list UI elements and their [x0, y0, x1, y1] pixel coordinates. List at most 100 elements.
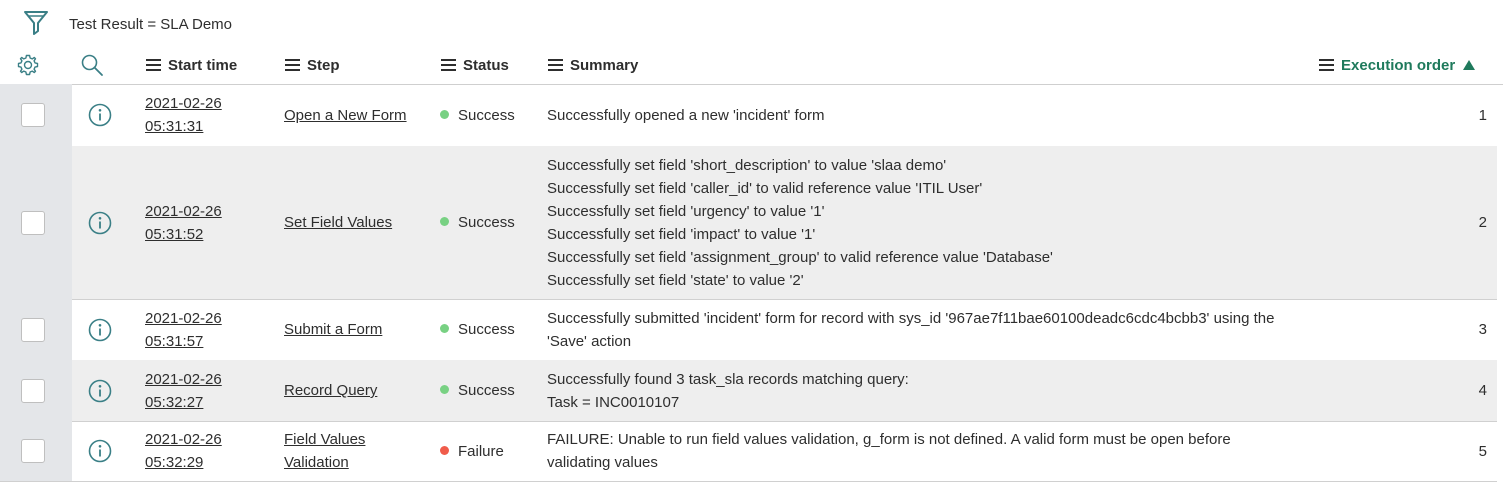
summary-line: Successfully set field 'impact' to value…: [547, 225, 816, 243]
start-time-link[interactable]: 2021-02-26 05:31:57: [145, 307, 222, 353]
info-icon[interactable]: [88, 103, 112, 127]
column-label[interactable]: Start time: [168, 57, 237, 74]
column-label[interactable]: Summary: [570, 57, 638, 74]
info-icon[interactable]: [88, 211, 112, 235]
column-header-step[interactable]: Step: [285, 56, 340, 74]
search-icon[interactable]: [80, 53, 104, 77]
summary-line: Successfully opened a new 'incident' for…: [547, 106, 825, 124]
summary-line: Successfully set field 'assignment_group…: [547, 248, 1053, 266]
status-cell: Success: [440, 211, 515, 234]
column-menu-icon[interactable]: [1319, 56, 1334, 74]
column-label[interactable]: Status: [463, 57, 509, 74]
info-icon[interactable]: [88, 318, 112, 342]
row-checkbox[interactable]: [21, 378, 45, 403]
start-time[interactable]: 05:31:57: [145, 330, 222, 353]
row-checkbox[interactable]: [21, 103, 45, 127]
step-line[interactable]: Submit a Form: [284, 318, 382, 341]
status-dot-icon: [440, 109, 449, 119]
column-menu-icon[interactable]: [441, 56, 456, 74]
table-row: 2021-02-26 05:31:52 Set Field Values Succes…: [0, 146, 1497, 300]
step-link[interactable]: Set Field Values: [284, 211, 392, 234]
status-label: Failure: [458, 442, 504, 460]
start-time-link[interactable]: 2021-02-26 05:32:27: [145, 368, 222, 414]
column-menu-icon[interactable]: [285, 56, 300, 74]
table-row: 2021-02-26 05:31:57 Submit a Form Success Su…: [0, 299, 1497, 361]
status-cell: Success: [440, 104, 515, 127]
step-link[interactable]: Record Query: [284, 379, 377, 402]
table-row: 2021-02-26 05:31:31 Open a New Form Success…: [0, 84, 1497, 147]
start-time[interactable]: 05:31:52: [145, 223, 222, 246]
table-row: 2021-02-26 05:32:27 Record Query Success Suc…: [0, 360, 1497, 422]
summary-line: Successfully set field 'caller_id' to va…: [547, 179, 983, 197]
start-date[interactable]: 2021-02-26: [145, 428, 222, 451]
execution-order-value: 3: [1478, 321, 1487, 338]
status-cell: Success: [440, 379, 515, 402]
column-header-summary[interactable]: Summary: [548, 56, 638, 74]
step-line[interactable]: Record Query: [284, 379, 377, 402]
sort-ascending-icon[interactable]: [1463, 60, 1476, 70]
execution-order-value: 4: [1478, 382, 1487, 399]
status-label: Success: [458, 106, 515, 124]
start-time[interactable]: 05:32:27: [145, 391, 222, 414]
step-link[interactable]: Field Values Validation: [284, 428, 365, 474]
summary-line: Successfully set field 'short_descriptio…: [547, 156, 947, 174]
status-dot-icon: [440, 324, 449, 333]
summary-line: FAILURE: Unable to run field values vali…: [547, 431, 1231, 448]
column-header-execution-order[interactable]: Execution order: [1319, 56, 1476, 74]
row-checkbox[interactable]: [21, 317, 45, 342]
filter-breadcrumb[interactable]: Test Result = SLA Demo: [69, 16, 232, 33]
funnel-icon[interactable]: [22, 8, 50, 38]
step-line[interactable]: Open a New Form: [284, 104, 407, 127]
summary-cell: Successfully set field 'short_descriptio…: [547, 154, 1053, 292]
summary-line: Successfully submitted 'incident' form f…: [547, 309, 1275, 327]
summary-line: 'Save' action: [547, 332, 632, 350]
start-time[interactable]: 05:32:29: [145, 451, 222, 474]
start-time[interactable]: 05:31:31: [145, 115, 222, 138]
column-menu-icon[interactable]: [548, 56, 563, 74]
summary-line: Successfully set field 'state' to value …: [547, 271, 804, 289]
start-date[interactable]: 2021-02-26: [145, 92, 222, 115]
step-line[interactable]: Set Field Values: [284, 211, 392, 234]
step-link[interactable]: Submit a Form: [284, 318, 382, 341]
gear-icon[interactable]: [16, 53, 40, 77]
column-header-start-time[interactable]: Start time: [146, 56, 237, 74]
start-time-link[interactable]: 2021-02-26 05:31:31: [145, 92, 222, 138]
execution-order-value: 5: [1478, 442, 1487, 460]
start-date[interactable]: 2021-02-26: [145, 368, 222, 391]
column-label[interactable]: Step: [307, 57, 340, 74]
status-label: Success: [458, 382, 515, 399]
status-dot-icon: [440, 385, 449, 394]
start-date[interactable]: 2021-02-26: [145, 307, 222, 330]
step-line[interactable]: Field Values: [284, 428, 365, 451]
summary-line: validating values: [547, 454, 658, 471]
summary-line: Successfully set field 'urgency' to valu…: [547, 202, 825, 220]
info-icon[interactable]: [88, 439, 112, 463]
status-dot-icon: [440, 217, 449, 226]
start-time-link[interactable]: 2021-02-26 05:32:29: [145, 428, 222, 474]
filter-bar: Test Result = SLA Demo: [0, 0, 1503, 46]
summary-cell: Successfully submitted 'incident' form f…: [547, 307, 1274, 353]
row-checkbox[interactable]: [21, 439, 45, 463]
start-date[interactable]: 2021-02-26: [145, 200, 222, 223]
summary-line: Task = INC0010107: [547, 393, 680, 411]
status-dot-icon: [440, 445, 449, 455]
summary-cell: FAILURE: Unable to run field values vali…: [547, 428, 1231, 474]
status-label: Success: [458, 214, 515, 231]
summary-cell: Successfully opened a new 'incident' for…: [547, 104, 825, 127]
column-label[interactable]: Execution order: [1341, 57, 1455, 74]
status-label: Success: [458, 321, 515, 338]
status-cell: Success: [440, 318, 515, 341]
step-link[interactable]: Open a New Form: [284, 104, 407, 127]
step-line[interactable]: Validation: [284, 451, 365, 474]
status-cell: Failure: [440, 440, 504, 463]
start-time-link[interactable]: 2021-02-26 05:31:52: [145, 200, 222, 246]
execution-order-value: 2: [1478, 214, 1487, 231]
summary-line: Successfully found 3 task_sla records ma…: [547, 370, 909, 388]
row-checkbox[interactable]: [21, 210, 45, 235]
table-row: 2021-02-26 05:32:29 Field Values Validation…: [0, 421, 1497, 482]
info-icon[interactable]: [88, 379, 112, 403]
execution-order-value: 1: [1478, 106, 1487, 124]
summary-cell: Successfully found 3 task_sla records ma…: [547, 368, 909, 414]
column-menu-icon[interactable]: [146, 56, 161, 74]
column-header-status[interactable]: Status: [441, 56, 509, 74]
